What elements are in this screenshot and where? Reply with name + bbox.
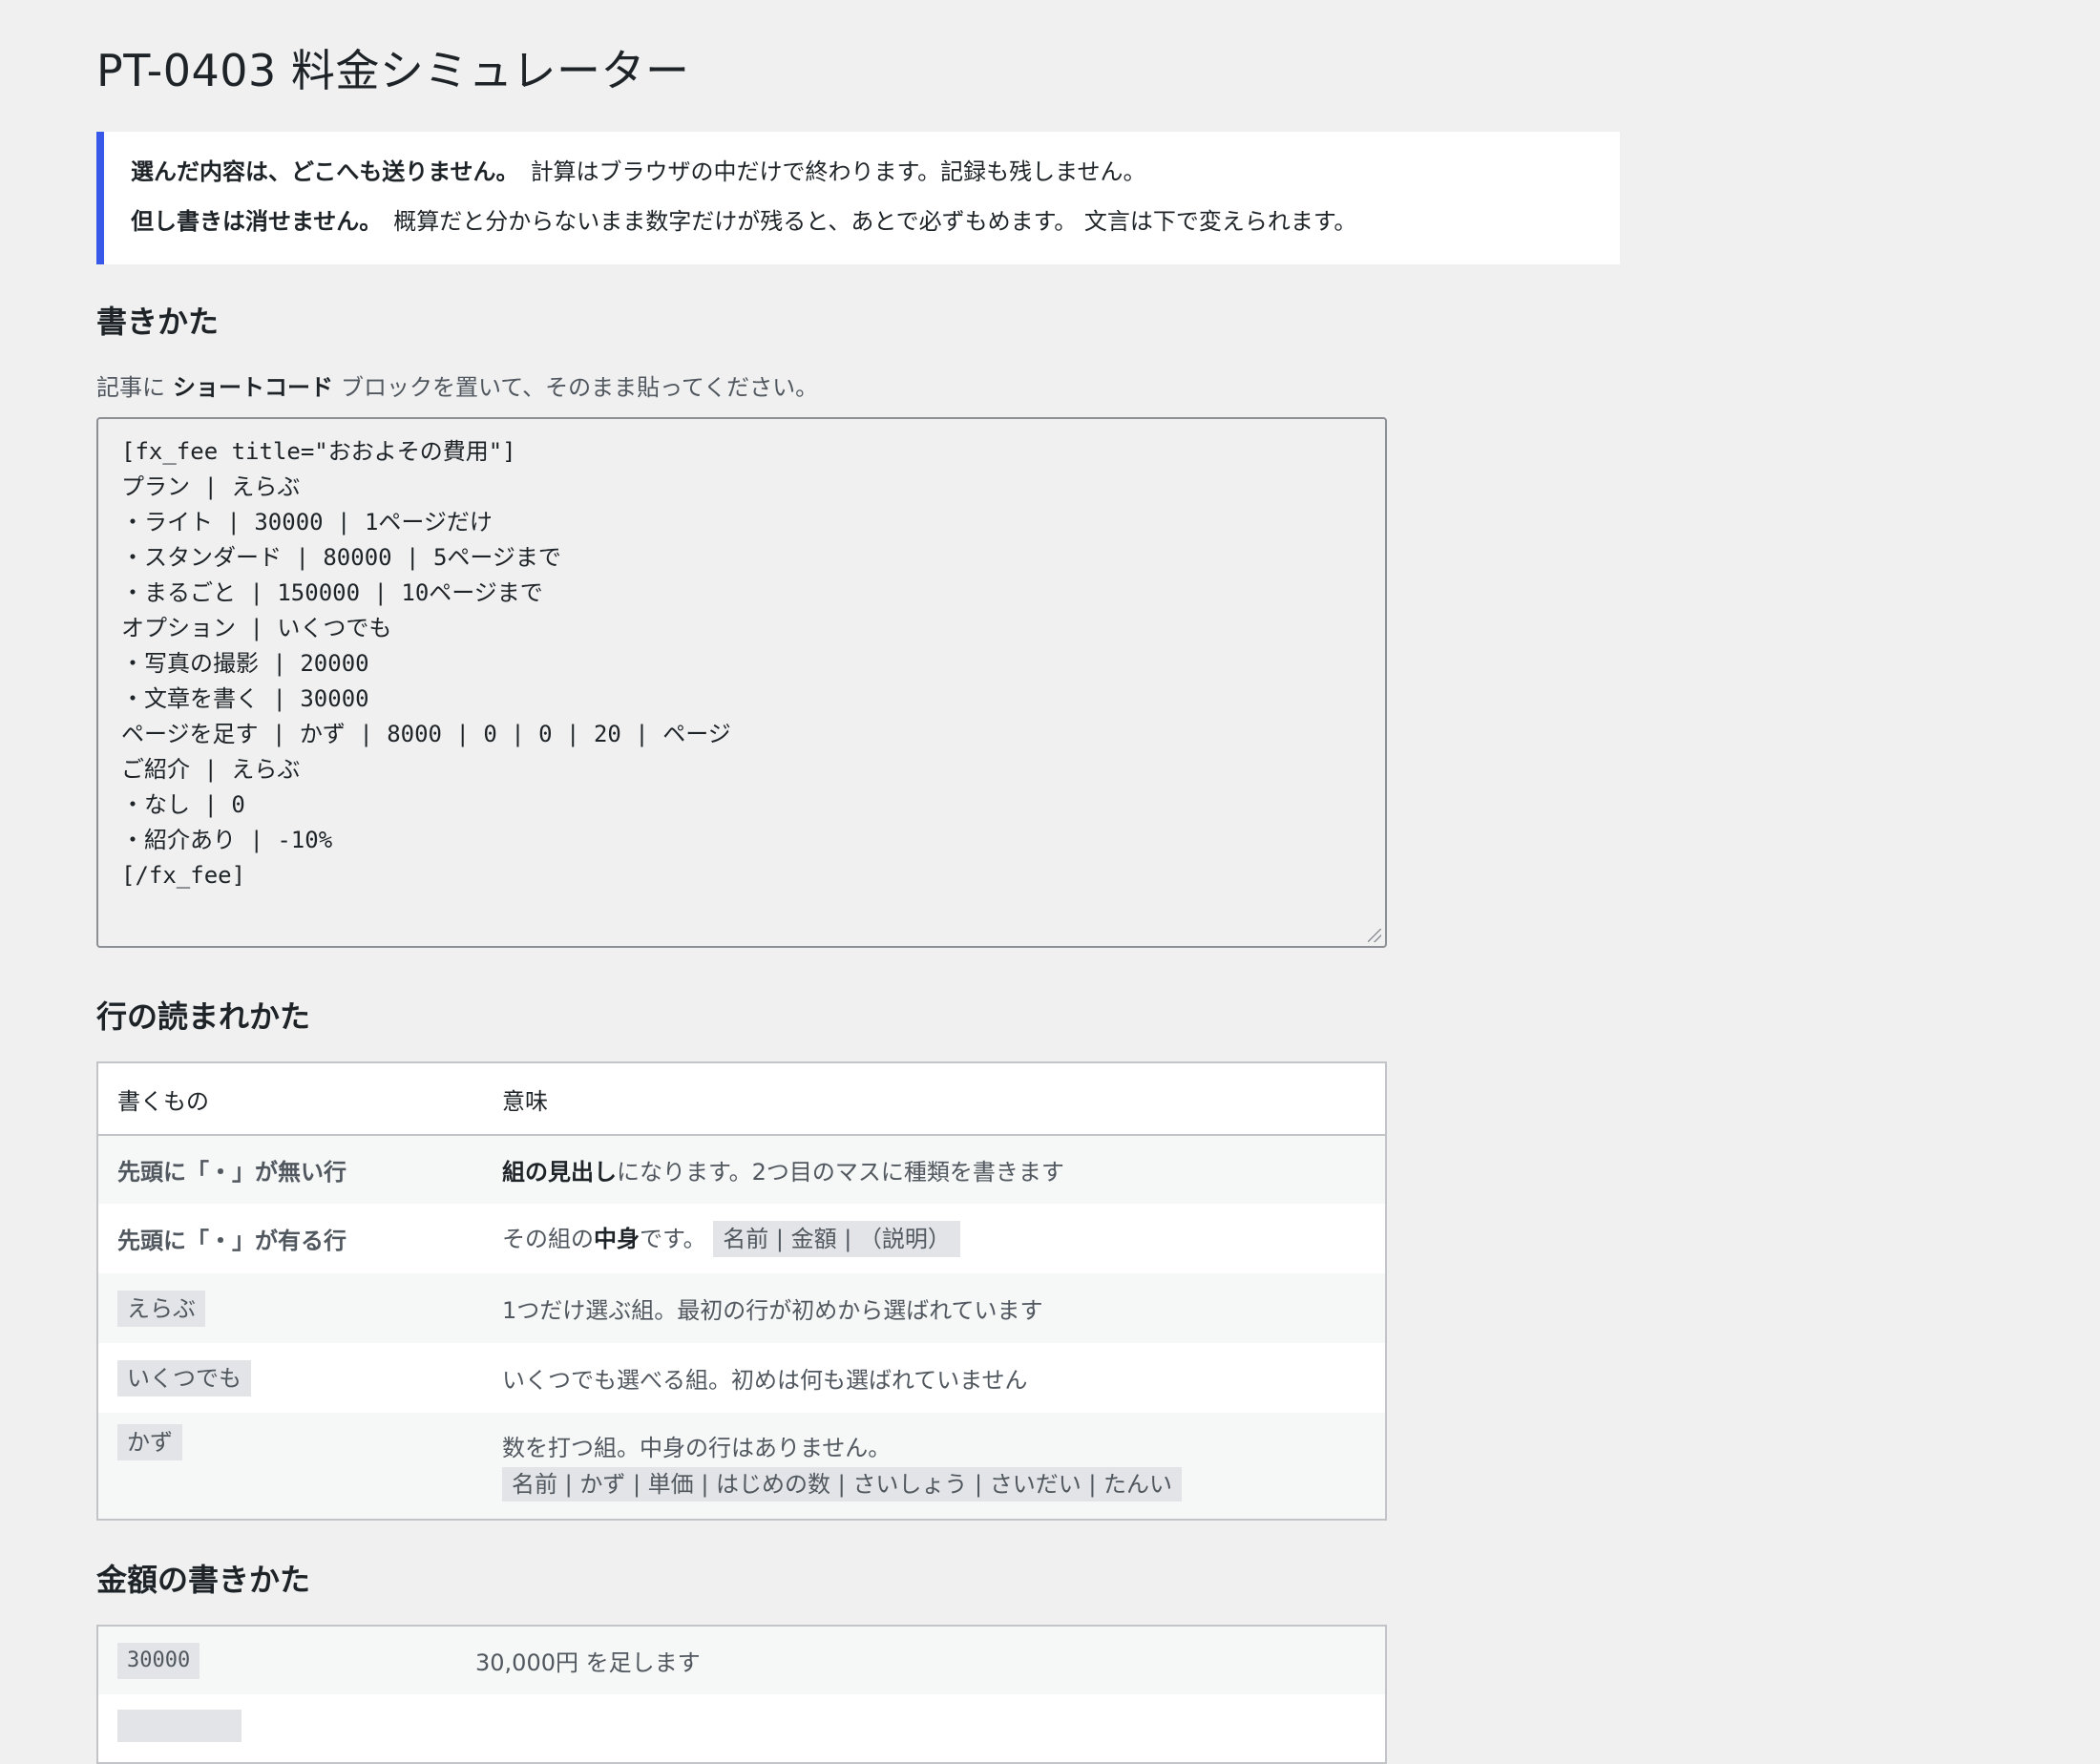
column-header: 書くもの xyxy=(97,1062,483,1136)
notice-line-2: 但し書きは消せません。 概算だと分からないまま数字だけが残ると、あとで必ずもめます… xyxy=(131,206,1620,237)
shortcode-textarea[interactable]: [fx_fee title="おおよその費用"] プラン | えらぶ ・ライト … xyxy=(96,417,1387,948)
row-value: 1つだけ選ぶ組。最初の行が初めから選ばれています xyxy=(502,1297,1043,1324)
amount-value xyxy=(456,1694,1386,1763)
table-row: 30000 30,000円 を足します xyxy=(97,1626,1386,1694)
row-key-cell: えらぶ xyxy=(97,1273,483,1343)
amount-table: 30000 30,000円 を足します xyxy=(96,1625,1387,1764)
row-value-pre: その組の xyxy=(502,1226,594,1252)
table-row: えらぶ 1つだけ選ぶ組。最初の行が初めから選ばれています xyxy=(97,1273,1386,1343)
notice-line-2-text: 概算だと分からないまま数字だけが残ると、あとで必ずもめます。 文言は下で変えられ… xyxy=(393,208,1357,235)
table-row: 先頭に「・」が無い行 組の見出しになります。2つ目のマスに種類を書きます xyxy=(97,1135,1386,1204)
row-value-bold: 組の見出し xyxy=(502,1159,617,1186)
row-value-text: になります。2つ目のマスに種類を書きます xyxy=(617,1159,1064,1186)
row-value-text: 数を打つ組。中身の行はありません。 xyxy=(502,1434,892,1461)
usage-desc-bold: ショートコード xyxy=(173,374,333,401)
row-value: いくつでも選べる組。初めは何も選ばれていません xyxy=(502,1367,1028,1394)
rows-table: 書くもの 意味 先頭に「・」が無い行 組の見出しになります。2つ目のマスに種類を… xyxy=(96,1061,1387,1521)
rows-heading: 行の読まれかた xyxy=(96,998,311,1035)
usage-heading: 書きかた xyxy=(96,304,220,340)
column-header: 意味 xyxy=(483,1062,1386,1136)
row-key-cell: かず xyxy=(97,1413,483,1520)
table-row: かず 数を打つ組。中身の行はありません。名前 | かず | 単価 | はじめの数… xyxy=(97,1413,1386,1520)
notice-line-2-strong: 但し書きは消せません。 xyxy=(131,208,383,235)
syntax-tag: 名前 | 金額 | （説明） xyxy=(713,1221,960,1257)
table-row: 先頭に「・」が有る行 その組の中身です。 名前 | 金額 | （説明） xyxy=(97,1204,1386,1273)
row-value: その組の中身です。 名前 | 金額 | （説明） xyxy=(483,1204,1386,1273)
row-value-post: です。 xyxy=(640,1226,706,1252)
table-row: いくつでも いくつでも選べる組。初めは何も選ばれていません xyxy=(97,1343,1386,1413)
shortcode-text: [fx_fee title="おおよその費用"] プラン | えらぶ ・ライト … xyxy=(121,438,731,889)
amount-key-tag xyxy=(117,1709,242,1742)
privacy-notice: 選んだ内容は、どこへも送りません。 計算はブラウザの中だけで終わります。記録も残し… xyxy=(96,132,1620,264)
syntax-tag: 名前 | かず | 単価 | はじめの数 | さいしょう | さいだい | たん… xyxy=(502,1466,1183,1502)
notice-line-1-text: 計算はブラウザの中だけで終わります。記録も残しません。 xyxy=(530,158,1146,185)
usage-desc-pre: 記事に xyxy=(96,374,165,401)
row-value: 組の見出しになります。2つ目のマスに種類を書きます xyxy=(483,1135,1386,1204)
usage-description: 記事に ショートコード ブロックを置いて、そのまま貼ってください。 xyxy=(96,368,818,402)
amount-key-cell xyxy=(97,1694,456,1763)
row-value: 数を打つ組。中身の行はありません。名前 | かず | 単価 | はじめの数 | … xyxy=(483,1413,1386,1520)
resize-handle-icon[interactable] xyxy=(1368,929,1381,942)
amount-value: 30,000円 を足します xyxy=(475,1649,701,1676)
amount-key-tag: 30000 xyxy=(117,1642,200,1679)
notice-line-1-strong: 選んだ内容は、どこへも送りません。 xyxy=(131,158,519,185)
amount-heading: 金額の書きかた xyxy=(96,1562,311,1598)
row-key-tag: えらぶ xyxy=(117,1290,205,1327)
notice-line-1: 選んだ内容は、どこへも送りません。 計算はブラウザの中だけで終わります。記録も残し… xyxy=(131,157,1620,187)
table-header-row: 書くもの 意味 xyxy=(97,1062,1386,1136)
row-key: 先頭に「・」が有る行 xyxy=(117,1228,346,1254)
row-value-bold: 中身 xyxy=(594,1226,640,1252)
amount-key-cell: 30000 xyxy=(97,1626,456,1694)
row-key-cell: いくつでも xyxy=(97,1343,483,1413)
page-title: PT-0403 料金シミュレーター xyxy=(96,45,690,96)
row-key: 先頭に「・」が無い行 xyxy=(117,1159,346,1186)
table-row xyxy=(97,1694,1386,1763)
usage-desc-post: ブロックを置いて、そのまま貼ってください。 xyxy=(341,374,819,401)
row-key-tag: かず xyxy=(117,1424,182,1460)
row-key-tag: いくつでも xyxy=(117,1359,251,1396)
